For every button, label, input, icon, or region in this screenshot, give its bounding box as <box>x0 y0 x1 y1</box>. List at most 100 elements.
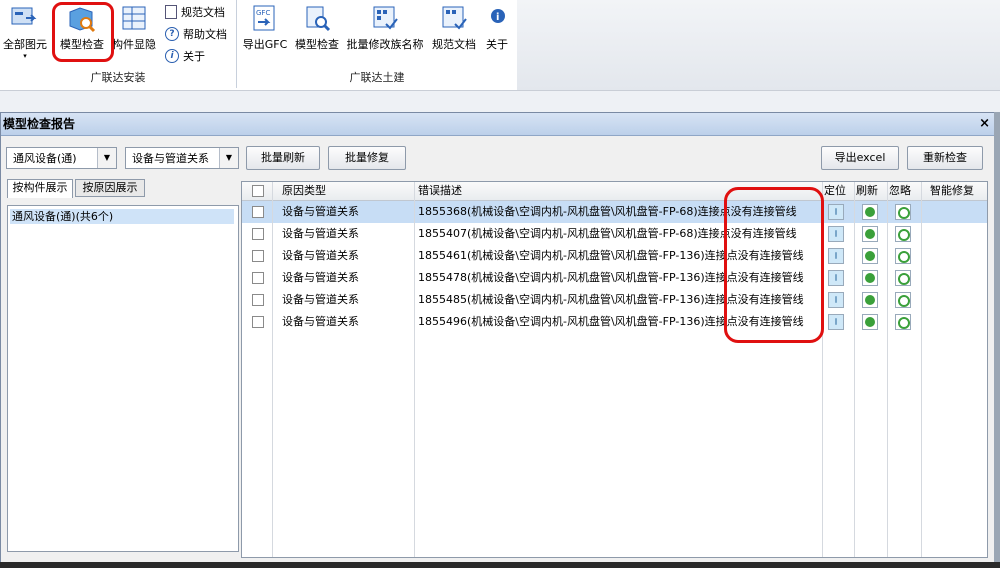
civil-info-icon: i <box>483 4 513 34</box>
spec-doc-button[interactable]: 规范文档 <box>165 4 225 20</box>
help-doc-label: 帮助文档 <box>183 28 227 41</box>
table-row[interactable]: 设备与管道关系 1855407(机械设备\空调内机-风机盘管\风机盘管-FP-6… <box>242 223 987 245</box>
about-label: 关于 <box>183 50 205 63</box>
row-reason: 设备与管道关系 <box>282 205 359 218</box>
tab-by-reason[interactable]: 按原因展示 <box>75 179 145 197</box>
row-reason: 设备与管道关系 <box>282 293 359 306</box>
workspace-band <box>0 90 1000 113</box>
highlight-model-check <box>52 2 114 62</box>
refresh-icon[interactable] <box>862 248 878 264</box>
batch-refresh-button[interactable]: 批量刷新 <box>246 146 320 170</box>
select-all-checkbox[interactable] <box>252 185 264 197</box>
dialog-title: 模型检查报告 <box>3 117 76 131</box>
component-visibility-button[interactable]: 构件显隐 <box>110 4 158 52</box>
civil-spec-doc-label: 规范文档 <box>432 38 476 51</box>
all-elements-label: 全部图元 <box>3 38 47 51</box>
locate-pin-icon[interactable] <box>828 204 844 220</box>
spec-doc-label: 规范文档 <box>181 6 225 19</box>
check-type-select[interactable]: 设备与管道关系 ▼ <box>125 147 239 169</box>
table-row[interactable]: 设备与管道关系 1855368(机械设备\空调内机-风机盘管\风机盘管-FP-6… <box>242 201 987 223</box>
refresh-icon[interactable] <box>862 226 878 242</box>
ignore-icon[interactable] <box>895 204 911 220</box>
row-checkbox[interactable] <box>252 228 264 240</box>
civil-about-button[interactable]: i 关于 <box>483 4 511 52</box>
civil-model-check-label: 模型检查 <box>295 38 339 51</box>
dropdown-arrow-icon: ▾ <box>23 52 27 60</box>
row-reason: 设备与管道关系 <box>282 249 359 262</box>
tab-by-component[interactable]: 按构件展示 <box>7 179 73 198</box>
ignore-icon[interactable] <box>895 292 911 308</box>
locate-pin-icon[interactable] <box>828 292 844 308</box>
install-group-label: 广联达安装 <box>90 71 146 84</box>
row-checkbox[interactable] <box>252 316 264 328</box>
model-check-report-dialog: 模型检查报告 × 通风设备(通) ▼ 设备与管道关系 ▼ 批量刷新 批量修复 导… <box>0 112 995 564</box>
export-gfc-icon: GFC <box>250 4 280 34</box>
ribbon: 全部图元 ▾ 模型检查 构件显隐 规范文档 ? 帮助文档 i 关于 广联达安装 <box>0 0 1000 90</box>
locate-pin-icon[interactable] <box>828 270 844 286</box>
help-icon: ? <box>165 27 179 41</box>
chevron-down-icon[interactable]: ▼ <box>219 148 238 168</box>
document-icon <box>165 5 177 19</box>
highlight-connection-error <box>724 187 824 343</box>
batch-fix-button[interactable]: 批量修复 <box>328 146 406 170</box>
refresh-icon[interactable] <box>862 204 878 220</box>
info-icon: i <box>165 49 179 63</box>
ignore-icon[interactable] <box>895 248 911 264</box>
locate-pin-icon[interactable] <box>828 314 844 330</box>
col-reason: 原因类型 <box>282 184 326 197</box>
row-checkbox[interactable] <box>252 250 264 262</box>
install-group: 全部图元 ▾ 模型检查 构件显隐 规范文档 ? 帮助文档 i 关于 广联达安装 <box>0 0 237 88</box>
ignore-icon[interactable] <box>895 270 911 286</box>
column-divider <box>272 182 273 557</box>
row-reason: 设备与管道关系 <box>282 315 359 328</box>
help-doc-button[interactable]: ? 帮助文档 <box>165 26 227 42</box>
civil-about-label: 关于 <box>486 38 508 51</box>
column-divider <box>887 182 888 557</box>
civil-model-check-button[interactable]: 模型检查 <box>291 4 343 52</box>
col-smart-fix: 智能修复 <box>930 184 974 197</box>
export-gfc-button[interactable]: GFC 导出GFC <box>241 4 289 52</box>
batch-rename-family-button[interactable]: 批量修改族名称 <box>343 4 427 52</box>
locate-pin-icon[interactable] <box>828 226 844 242</box>
column-divider <box>921 182 922 557</box>
civil-spec-doc-icon <box>439 4 469 34</box>
chevron-down-icon[interactable]: ▼ <box>97 148 116 168</box>
civil-group: GFC 导出GFC 模型检查 批量修改族名称 规范文档 i 关于 广联达土建 <box>237 0 518 88</box>
row-checkbox[interactable] <box>252 206 264 218</box>
category-select[interactable]: 通风设备(通) ▼ <box>6 147 117 169</box>
column-divider <box>854 182 855 557</box>
civil-spec-doc-button[interactable]: 规范文档 <box>429 4 479 52</box>
close-icon[interactable]: × <box>979 113 990 135</box>
all-elements-button[interactable]: 全部图元 ▾ <box>0 4 50 60</box>
table-row[interactable]: 设备与管道关系 1855461(机械设备\空调内机-风机盘管\风机盘管-FP-1… <box>242 245 987 267</box>
about-button[interactable]: i 关于 <box>165 48 205 64</box>
component-tree: 通风设备(通)(共6个) <box>7 205 239 552</box>
tree-item[interactable]: 通风设备(通)(共6个) <box>10 209 234 224</box>
export-gfc-label: 导出GFC <box>242 38 288 51</box>
column-divider <box>414 182 415 557</box>
table-row[interactable]: 设备与管道关系 1855485(机械设备\空调内机-风机盘管\风机盘管-FP-1… <box>242 289 987 311</box>
ignore-icon[interactable] <box>895 226 911 242</box>
ribbon-empty-area <box>517 0 1000 90</box>
ignore-icon[interactable] <box>895 314 911 330</box>
recheck-button[interactable]: 重新检查 <box>907 146 983 170</box>
svg-text:GFC: GFC <box>256 9 270 17</box>
refresh-icon[interactable] <box>862 292 878 308</box>
col-description: 错误描述 <box>418 184 462 197</box>
row-checkbox[interactable] <box>252 272 264 284</box>
locate-pin-icon[interactable] <box>828 248 844 264</box>
all-elements-icon <box>10 4 40 34</box>
table-row[interactable]: 设备与管道关系 1855496(机械设备\空调内机-风机盘管\风机盘管-FP-1… <box>242 311 987 333</box>
col-ignore: 忽略 <box>889 184 911 197</box>
component-visibility-icon <box>119 4 149 34</box>
row-checkbox[interactable] <box>252 294 264 306</box>
dialog-titlebar: 模型检查报告 × <box>1 113 994 136</box>
table-header: 原因类型 错误描述 定位 刷新 忽略 智能修复 <box>242 182 987 201</box>
refresh-icon[interactable] <box>862 314 878 330</box>
export-excel-button[interactable]: 导出excel <box>821 146 899 170</box>
refresh-icon[interactable] <box>862 270 878 286</box>
component-visibility-label: 构件显隐 <box>112 38 156 51</box>
table-row[interactable]: 设备与管道关系 1855478(机械设备\空调内机-风机盘管\风机盘管-FP-1… <box>242 267 987 289</box>
category-select-value: 通风设备(通) <box>13 152 77 165</box>
row-reason: 设备与管道关系 <box>282 227 359 240</box>
